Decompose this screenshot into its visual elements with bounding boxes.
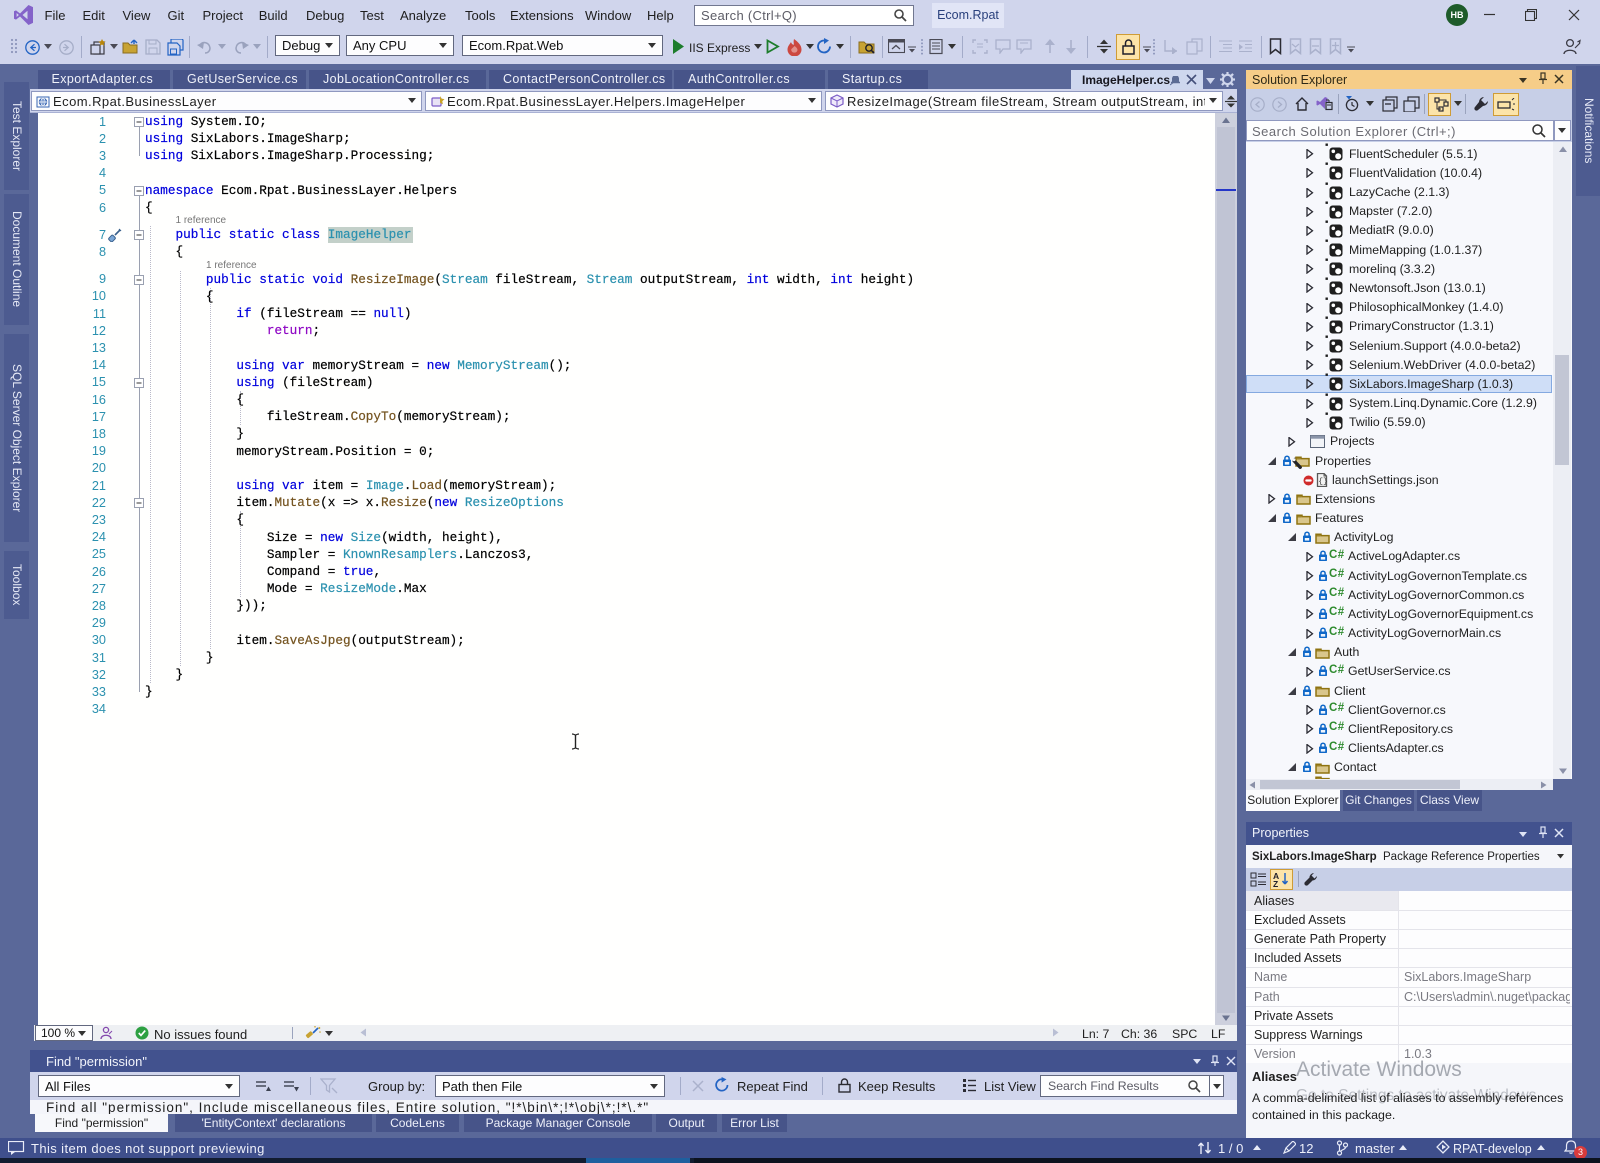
- svg-text:Z: Z: [1273, 879, 1278, 888]
- svg-text:{}: {}: [1318, 478, 1328, 487]
